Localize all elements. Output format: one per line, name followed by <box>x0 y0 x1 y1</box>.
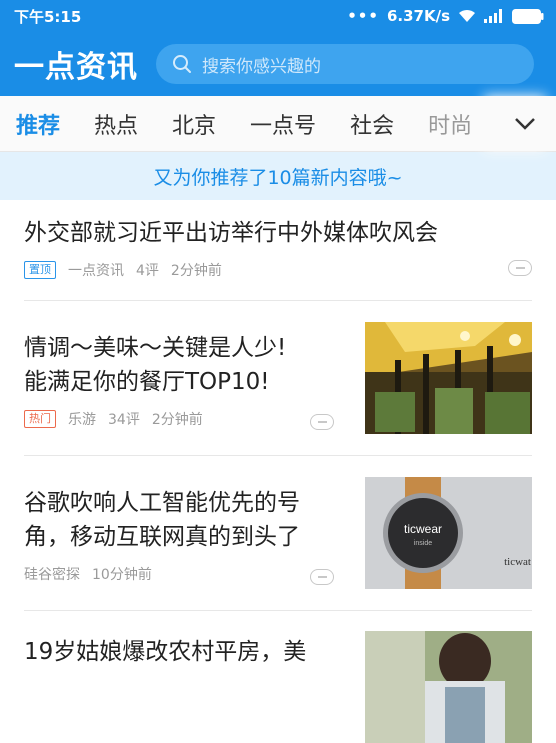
article-text: 情调～美味～关键是人少! 能满足你的餐厅TOP10! 热门 乐游 34评 2分钟… <box>24 301 365 455</box>
article-2[interactable]: 情调～美味～关键是人少! 能满足你的餐厅TOP10! 热门 乐游 34评 2分钟… <box>24 301 532 456</box>
more-dots-icon: ••• <box>347 7 379 25</box>
status-indicators: ••• 6.37K/s <box>347 7 544 25</box>
article-title: 外交部就习近平出访举行中外媒体吹风会 <box>24 220 438 246</box>
dislike-icon[interactable] <box>310 414 334 430</box>
tab-society[interactable]: 社会 <box>350 108 394 140</box>
girl-thumbnail <box>365 631 532 743</box>
tab-fashion[interactable]: 时尚 <box>428 108 472 140</box>
status-time: 下午5:15 <box>14 7 82 26</box>
status-bar: 下午5:15 ••• 6.37K/s <box>0 0 556 32</box>
article-source: 硅谷密探 <box>24 567 80 583</box>
article-source: 一点资讯 <box>68 263 124 279</box>
signal-icon <box>484 9 502 23</box>
smartwatch-thumbnail: ticwear inside ticwat <box>365 477 532 589</box>
restaurant-thumbnail <box>365 322 532 434</box>
article-title: 19岁姑娘爆改农村平房，美 <box>24 639 307 665</box>
article-1[interactable]: 外交部就习近平出访举行中外媒体吹风会 置顶 一点资讯 4评 2分钟前 <box>24 200 532 301</box>
network-speed: 6.37K/s <box>386 7 450 25</box>
article-time: 10分钟前 <box>92 567 152 583</box>
watch-sub-text: inside <box>414 540 432 547</box>
search-placeholder: 搜索你感兴趣的 <box>202 56 321 77</box>
article-meta: 硅谷密探 10分钟前 <box>24 564 345 584</box>
watch-brand-text: ticwear <box>404 522 442 536</box>
article-time: 2分钟前 <box>151 412 203 428</box>
article-source: 乐游 <box>68 412 96 428</box>
app-logo: 一点资讯 <box>14 50 138 85</box>
article-comments: 4评 <box>136 263 159 279</box>
tab-yidianhao[interactable]: 一点号 <box>250 108 316 140</box>
tab-beijing[interactable]: 北京 <box>172 108 216 140</box>
article-4[interactable]: 19岁姑娘爆改农村平房，美 <box>24 611 532 743</box>
article-meta: 置顶 一点资讯 4评 2分钟前 <box>24 260 532 280</box>
article-meta: 热门 乐游 34评 2分钟前 <box>24 409 345 429</box>
app-header: 一点资讯 搜索你感兴趣的 <box>0 32 556 96</box>
pinned-badge: 置顶 <box>24 261 56 279</box>
article-title: 情调～美味～关键是人少! 能满足你的餐厅TOP10! <box>24 335 287 395</box>
article-text: 19岁姑娘爆改农村平房，美 <box>24 611 365 701</box>
search-icon <box>173 55 191 73</box>
news-feed: 外交部就习近平出访举行中外媒体吹风会 置顶 一点资讯 4评 2分钟前 情调～美味… <box>0 200 556 743</box>
corner-brand-text: ticwat <box>504 556 531 568</box>
tab-hot[interactable]: 热点 <box>94 108 138 140</box>
wifi-icon <box>459 9 475 22</box>
more-channels-button[interactable] <box>494 96 556 151</box>
dislike-icon[interactable] <box>508 260 532 276</box>
article-time: 2分钟前 <box>170 263 222 279</box>
article-3[interactable]: 谷歌吹响人工智能优先的号 角，移动互联网真的到头了 硅谷密探 10分钟前 tic… <box>24 456 532 611</box>
channel-tabs: 推荐 热点 北京 一点号 社会 时尚 <box>0 96 556 152</box>
dislike-icon[interactable] <box>310 569 334 585</box>
article-comments: 34评 <box>108 412 140 428</box>
chevron-down-icon <box>515 117 535 130</box>
refresh-notice: 又为你推荐了10篇新内容哦~ <box>0 152 556 200</box>
article-title: 谷歌吹响人工智能优先的号 角，移动互联网真的到头了 <box>24 490 300 550</box>
article-text: 谷歌吹响人工智能优先的号 角，移动互联网真的到头了 硅谷密探 10分钟前 <box>24 456 365 610</box>
search-box[interactable]: 搜索你感兴趣的 <box>156 44 534 84</box>
battery-icon <box>512 8 544 24</box>
tab-recommend[interactable]: 推荐 <box>16 108 60 140</box>
hot-badge: 热门 <box>24 410 56 428</box>
